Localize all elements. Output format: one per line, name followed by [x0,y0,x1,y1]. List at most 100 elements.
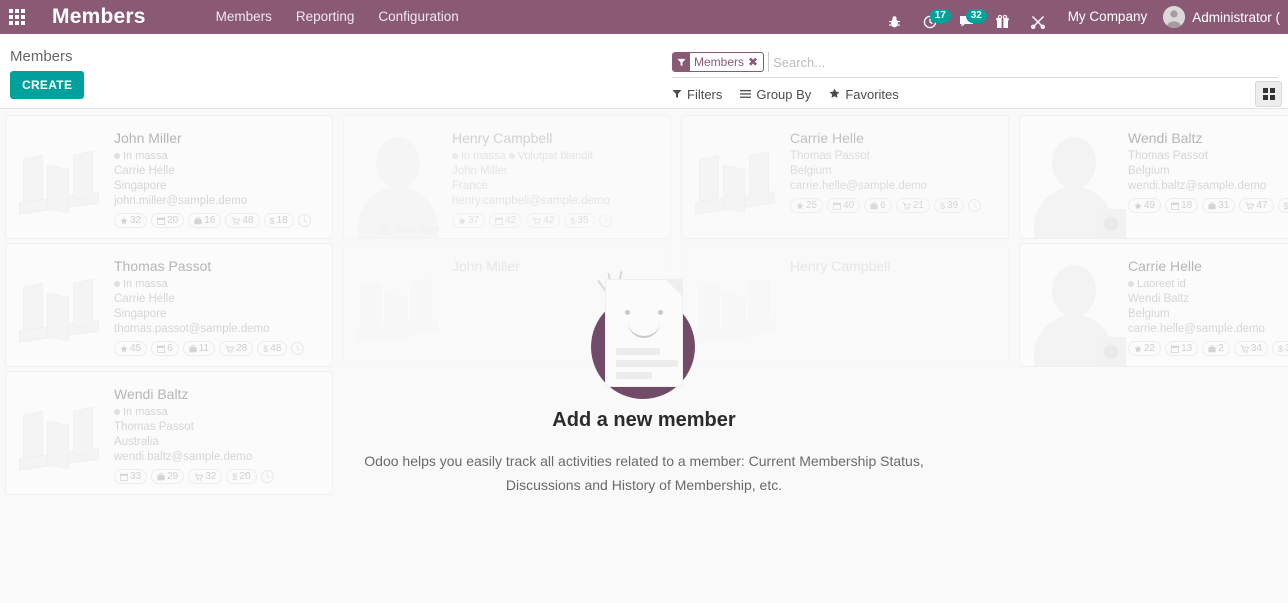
company-building-image [17,141,103,215]
avatar-thumbnail [1096,337,1126,366]
kanban-card-image [6,116,114,238]
currency-badge: $20 [226,469,257,484]
calendar-badge: 6 [151,341,179,356]
company-building-image [693,141,779,215]
star-badge: 25 [790,198,824,213]
briefcase-badge: 11 [182,341,216,356]
member-stat-badges: 49183147$5 [1128,198,1288,213]
filters-label: Filters [687,86,723,102]
kanban-card[interactable]: Wendi Baltz In massa Thomas Passot Australi… [5,371,333,495]
member-email: thomas.passot@sample.demo [114,323,270,335]
search-facet-members[interactable]: Members ✖ [672,52,765,72]
kanban-card-image [1020,116,1128,238]
search-view: Members ✖ [672,47,1278,78]
kanban-card[interactable]: John Miller [343,243,671,367]
kanban-card-body: John Miller [452,244,670,366]
member-name: Carrie Helle [790,130,864,146]
calendar-badge: 40 [827,198,861,213]
currency-badge: $5 [1277,198,1288,213]
search-options-bar: Filters Group By Favorites [672,79,1288,109]
member-stat-badges: 33 29 32 $20 [114,469,324,484]
member-country: Australia [114,436,159,448]
calendar-badge: 33 [114,469,148,484]
gift-icon[interactable] [985,6,1020,29]
member-country: Singapore [114,308,167,320]
star-icon [829,87,840,102]
search-input[interactable] [768,52,1278,72]
kanban-card[interactable]: Thomas Passot In massa Carrie Helle Singapo… [5,243,333,367]
member-stat-badges: 37 42 42 $35 [452,213,662,228]
bug-icon[interactable] [877,6,912,29]
debug-tools-icon[interactable] [1020,6,1056,29]
user-name-label: Administrator ( [1192,9,1280,25]
briefcase-badge: 31 [1202,198,1236,213]
kanban-card[interactable]: Carrie Helle Thomas Passot Belgium carrie.h… [681,115,1009,239]
menu-item-members[interactable]: Members [204,0,284,34]
menu-item-reporting[interactable]: Reporting [284,0,367,34]
kanban-column: Your logo Henry Campbell In massa Volutpat … [338,109,676,499]
kanban-card-body: John Miller In massa Carrie Helle Singapore… [114,116,332,238]
member-country: France [452,180,488,192]
currency-badge: $48 [257,341,288,356]
member-tags: Laoreet id [1128,278,1288,290]
activity-clock-icon[interactable]: 17 [912,6,951,29]
member-name: Carrie Helle [1128,258,1202,274]
member-email: henry.campbell@sample.demo [452,195,610,207]
company-building-image [693,269,779,343]
star-badge: 45 [114,341,148,356]
member-name: Henry Campbell [452,130,553,146]
kanban-column: John Miller In massa Carrie Helle Singapore… [0,109,338,499]
status-badge: In massa [114,150,168,162]
user-menu[interactable]: Administrator ( [1159,6,1288,28]
favorites-dropdown[interactable]: Favorites [829,83,908,106]
member-name: John Miller [452,258,520,274]
messages-icon[interactable]: 32 [948,6,987,28]
kanban-card-body: Carrie Helle Thomas Passot Belgium carrie.h… [790,116,1008,238]
star-badge: 32 [114,213,148,228]
kanban-card-body: Henry Campbell [790,244,1008,366]
member-country: Belgium [790,165,832,177]
kanban-card-image [344,244,452,366]
status-badge: In massa [452,150,506,162]
menu-item-configuration[interactable]: Configuration [366,0,470,34]
messages-count-badge: 32 [965,9,987,23]
avatar-thumbnail [1096,209,1126,238]
kanban-card[interactable]: Henry Campbell [681,243,1009,367]
kanban-card[interactable]: Wendi Baltz Thomas Passot Belgium wendi.bal… [1019,115,1288,239]
kanban-card[interactable]: Your logo Henry Campbell In massa Volutpat … [343,115,671,239]
calendar-badge: 18 [1165,198,1199,213]
clock-icon [968,199,982,212]
member-name: Wendi Baltz [114,386,189,402]
app-brand-title[interactable]: Members [52,5,146,29]
groupby-dropdown[interactable]: Group By [740,83,821,106]
briefcase-badge: 2 [1202,341,1230,356]
member-contact: Thomas Passot [1128,150,1208,162]
briefcase-badge: 6 [864,198,892,213]
cart-badge: 34 [1233,341,1268,356]
apps-grid-icon[interactable] [0,0,34,34]
navbar-right-zone: 17 32 My Company Administrator ( [877,0,1288,34]
your-logo-placeholder: Your logo [380,224,440,235]
member-contact: Carrie Helle [114,293,175,305]
kanban-card-image [6,244,114,366]
kanban-view-icon[interactable] [1255,81,1282,107]
status-badge: In massa [114,278,168,290]
kanban-card-body: Thomas Passot In massa Carrie Helle Singapo… [114,244,332,366]
close-icon[interactable]: ✖ [748,53,763,71]
clock-icon [291,342,305,355]
cart-badge: 47 [1239,198,1274,213]
create-button[interactable]: CREATE [10,71,85,99]
company-switcher[interactable]: My Company [1056,0,1160,34]
top-navbar: Members Members Reporting Configuration … [0,0,1288,34]
filters-dropdown[interactable]: Filters [672,83,732,106]
company-building-image [355,269,441,343]
breadcrumb[interactable]: Members [10,34,84,71]
kanban-card[interactable]: John Miller In massa Carrie Helle Singapore… [5,115,333,239]
currency-badge: $3 [1271,341,1288,356]
person-avatar-image: Your logo [350,129,446,238]
kanban-card-body: Henry Campbell In massa Volutpat blandit Jo… [452,116,670,238]
cart-badge: 48 [225,213,260,228]
person-avatar-image [1026,129,1126,238]
kanban-card[interactable]: Carrie Helle Laoreet id Wendi Baltz Belgium… [1019,243,1288,367]
filter-icon [673,53,690,71]
